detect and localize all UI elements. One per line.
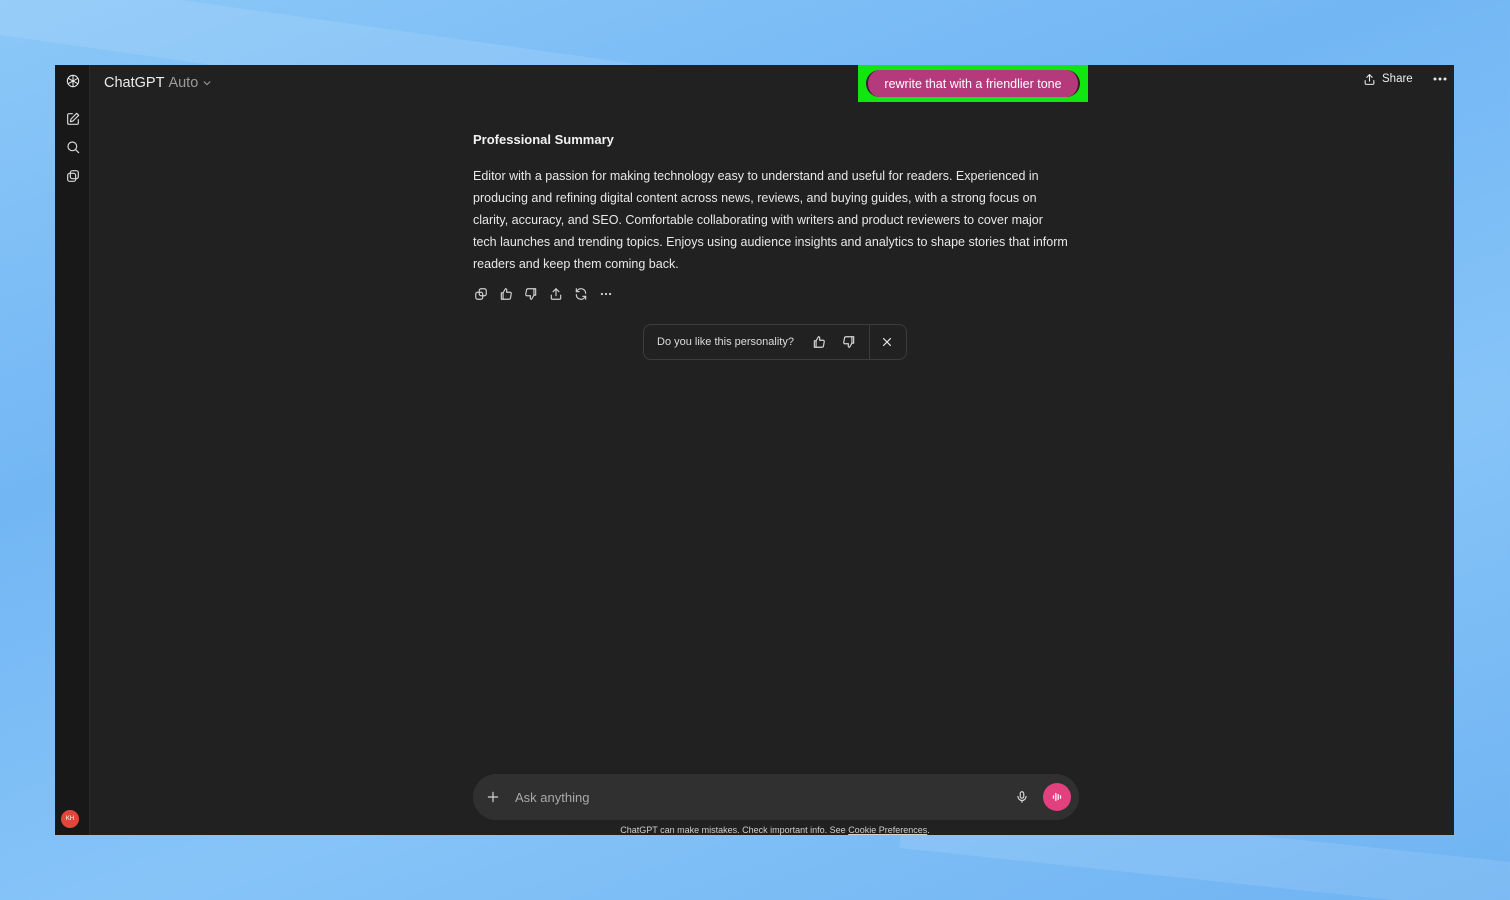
- message-heading: Professional Summary: [473, 132, 614, 147]
- new-chat-icon[interactable]: [61, 107, 85, 131]
- chevron-down-icon: [203, 81, 211, 86]
- composer: [473, 774, 1079, 820]
- attach-button[interactable]: [473, 774, 513, 820]
- user-message-bubble: rewrite that with a friendlier tone: [866, 70, 1080, 97]
- model-name: ChatGPT: [104, 75, 165, 91]
- copy-button[interactable]: [473, 285, 489, 303]
- model-variant: Auto: [168, 75, 199, 91]
- plus-icon: [487, 791, 499, 803]
- thumbs-up-icon: [813, 336, 825, 348]
- sidebar: KH: [55, 65, 90, 835]
- thumbs-up-button[interactable]: [498, 285, 514, 303]
- search-icon[interactable]: [61, 135, 85, 159]
- feedback-question: Do you like this personality?: [657, 336, 794, 348]
- copy-icon: [475, 288, 487, 300]
- prompt-input[interactable]: [513, 789, 1009, 805]
- model-selector[interactable]: ChatGPT Auto: [104, 70, 212, 96]
- feedback-dislike-button[interactable]: [834, 325, 864, 359]
- cookie-preferences-link[interactable]: Cookie Preferences: [848, 825, 927, 835]
- share-label: Share: [1382, 73, 1413, 85]
- microphone-icon: [1017, 791, 1027, 803]
- chat-window: KH ChatGPT Auto rewrite that with a frie…: [55, 65, 1454, 835]
- share-button[interactable]: Share: [1363, 68, 1413, 90]
- more-actions-button[interactable]: [598, 285, 614, 303]
- more-options-button[interactable]: [1429, 69, 1451, 89]
- disclaimer-text: ChatGPT can make mistakes. Check importa…: [620, 825, 849, 835]
- share-icon: [1364, 73, 1375, 85]
- assistant-message: Professional Summary Editor with a passi…: [473, 132, 1068, 275]
- thumbs-down-icon: [525, 288, 537, 300]
- message-actions: [473, 285, 614, 303]
- share-response-button[interactable]: [548, 285, 564, 303]
- disclaimer-period: .: [927, 825, 930, 835]
- thumbs-down-button[interactable]: [523, 285, 539, 303]
- voice-waveform-icon: [1052, 792, 1062, 802]
- library-icon[interactable]: [61, 164, 85, 188]
- regenerate-button[interactable]: [573, 285, 589, 303]
- openai-logo-icon[interactable]: [61, 69, 85, 93]
- message-body: Editor with a passion for making technol…: [473, 169, 1068, 271]
- refresh-icon: [575, 288, 587, 300]
- disclaimer: ChatGPT can make mistakes. Check importa…: [55, 825, 1454, 835]
- highlight-annotation: rewrite that with a friendlier tone: [858, 65, 1088, 102]
- more-icon: [600, 292, 612, 296]
- feedback-like-button[interactable]: [804, 325, 834, 359]
- dictate-button[interactable]: [1009, 784, 1035, 810]
- feedback-close-button[interactable]: [870, 325, 904, 359]
- personality-feedback: Do you like this personality?: [643, 324, 907, 360]
- close-icon: [882, 337, 892, 347]
- thumbs-up-icon: [500, 288, 512, 300]
- thumbs-down-icon: [843, 336, 855, 348]
- voice-mode-button[interactable]: [1043, 783, 1071, 811]
- more-icon: [1433, 77, 1447, 81]
- share-icon: [550, 288, 562, 300]
